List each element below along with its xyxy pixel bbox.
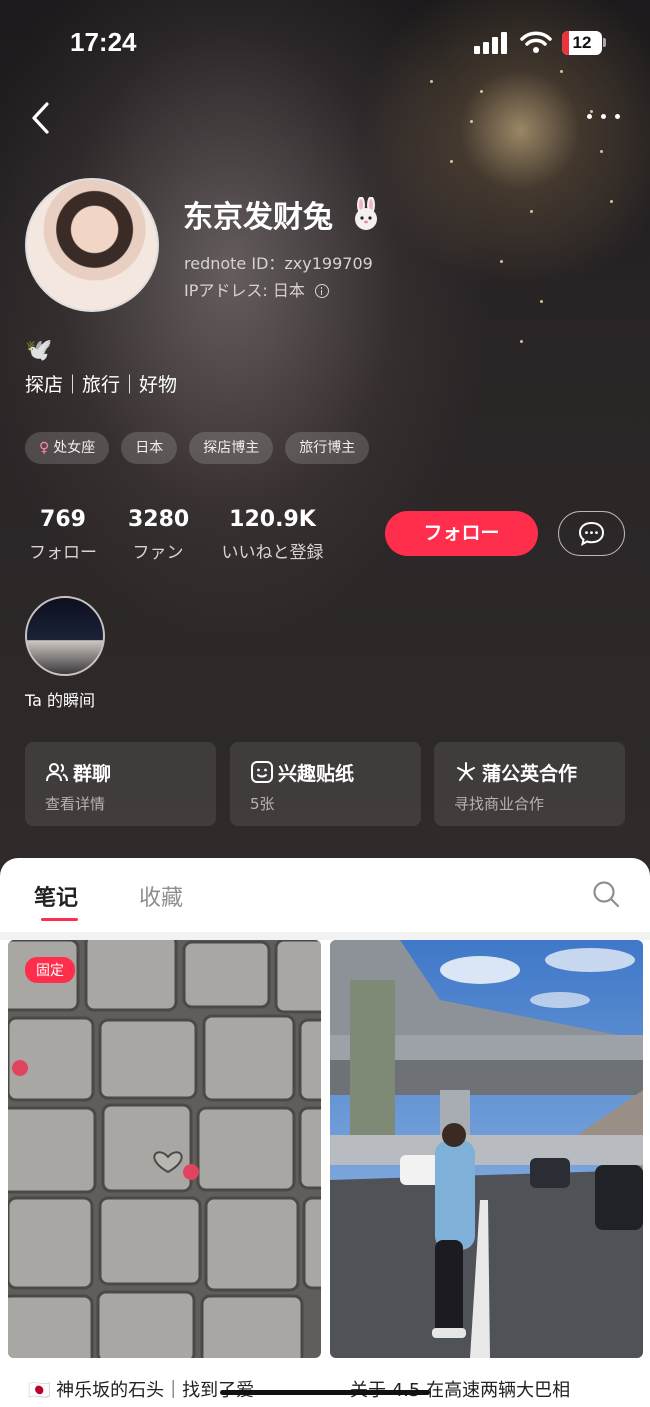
note-cover-image: 固定 bbox=[8, 940, 321, 1358]
card-title: 蒲公英合作 bbox=[482, 763, 578, 785]
profile-name: 东京发财兔 bbox=[183, 192, 383, 236]
pinned-badge: 固定 bbox=[25, 957, 75, 983]
profile-tags: ♀ 处女座 日本 探店博主 旅行博主 bbox=[25, 432, 370, 464]
note-card[interactable]: 固定 🇯🇵 神乐坂的石头｜找到了爱 bbox=[8, 940, 321, 1407]
bunny-emoji-icon bbox=[355, 197, 378, 230]
card-subtitle: 查看详情 bbox=[45, 795, 106, 813]
dandelion-icon bbox=[457, 762, 475, 781]
card-group-chat[interactable]: 群聊 查看详情 bbox=[25, 742, 216, 826]
message-button[interactable] bbox=[558, 511, 625, 556]
notes-panel: 笔记 收藏 固定 🇯🇵 神乐坂的石头｜找到了爱 关于 4.5 在高速两辆大巴相 bbox=[0, 858, 650, 1407]
wifi-icon bbox=[520, 31, 552, 53]
active-tab-indicator bbox=[41, 918, 78, 921]
status-time: 17:24 bbox=[70, 27, 137, 57]
bio-emoji: 🕊️ bbox=[25, 338, 53, 363]
card-title: 兴趣贴纸 bbox=[278, 763, 355, 785]
stat-likes[interactable]: 120.9K いいねと登録 bbox=[215, 507, 330, 563]
tag-zodiac: ♀ 处女座 bbox=[25, 432, 110, 464]
note-title: 🇯🇵 神乐坂的石头｜找到了爱 bbox=[28, 1380, 255, 1401]
card-stickers[interactable]: 兴趣贴纸 5张 bbox=[230, 742, 421, 826]
info-icon[interactable] bbox=[314, 284, 329, 298]
feature-cards: 群聊 查看详情 兴趣贴纸 5张 蒲公英合作 寻找商业合作 bbox=[25, 742, 625, 826]
profile-bio: 探店｜旅行｜好物 bbox=[25, 374, 178, 396]
home-indicator bbox=[220, 1390, 430, 1395]
note-cover-image bbox=[330, 940, 643, 1358]
tab-notes[interactable]: 笔记 bbox=[34, 880, 78, 912]
ip-location: IPアドレス: 日本 bbox=[184, 277, 329, 301]
more-options-icon[interactable] bbox=[585, 110, 625, 124]
note-title: 关于 4.5 在高速两辆大巴相 bbox=[350, 1380, 571, 1401]
tag-location: 日本 bbox=[121, 432, 178, 464]
sticker-icon bbox=[251, 761, 273, 783]
status-bar: 17:24 12 bbox=[0, 0, 650, 90]
card-collaboration[interactable]: 蒲公英合作 寻找商业合作 bbox=[434, 742, 625, 826]
tab-favorites[interactable]: 收藏 bbox=[139, 880, 183, 912]
stat-fans[interactable]: 3280 ファン bbox=[128, 507, 189, 563]
rednote-id: rednote ID：zxy199709 bbox=[184, 254, 373, 273]
follow-button[interactable]: フォロー bbox=[385, 511, 538, 556]
moment-label: Ta 的瞬间 bbox=[25, 691, 96, 710]
note-card[interactable]: 关于 4.5 在高速两辆大巴相 bbox=[330, 940, 643, 1407]
tag-category: 旅行博主 bbox=[285, 432, 370, 464]
cellular-signal-icon bbox=[474, 32, 510, 54]
card-subtitle: 5张 bbox=[250, 795, 275, 813]
profile-avatar[interactable] bbox=[25, 178, 159, 312]
group-icon bbox=[46, 763, 68, 782]
search-icon[interactable] bbox=[592, 880, 620, 908]
card-subtitle: 寻找商业合作 bbox=[454, 795, 545, 813]
card-title: 群聊 bbox=[73, 763, 112, 785]
tag-category: 探店博主 bbox=[189, 432, 274, 464]
back-arrow-icon[interactable] bbox=[26, 100, 56, 136]
battery-indicator: 12 bbox=[562, 31, 602, 55]
chat-bubble-icon bbox=[578, 521, 604, 546]
female-icon: ♀ bbox=[39, 440, 50, 456]
stat-following[interactable]: 769 フォロー bbox=[25, 507, 101, 563]
moment-thumbnail[interactable] bbox=[25, 596, 105, 676]
